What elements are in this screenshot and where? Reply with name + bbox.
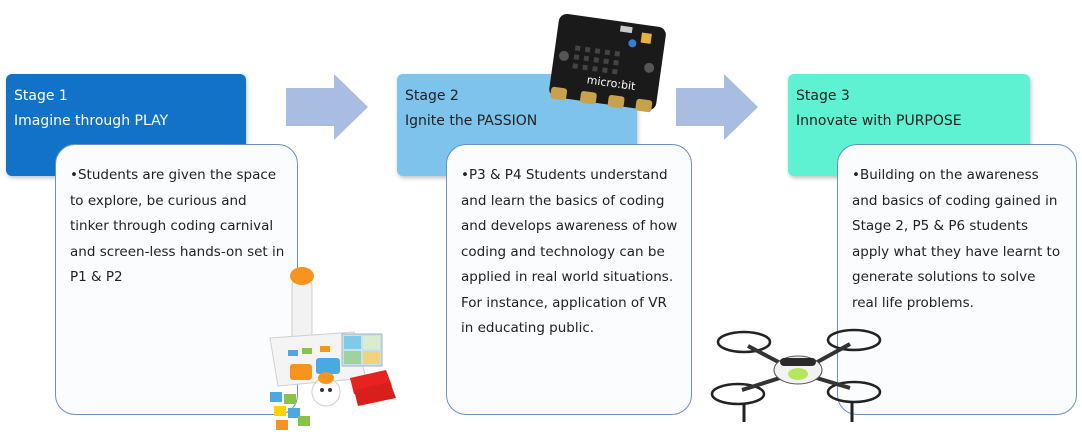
stage-1-subtitle: Imagine through PLAY xyxy=(14,113,169,129)
microbit-board-icon: micro:bit xyxy=(549,13,666,113)
stage-3-title: Stage 3 xyxy=(796,88,850,104)
coding-toy-kit-icon xyxy=(269,267,396,430)
stage-3-subtitle: Innovate with PURPOSE xyxy=(796,113,962,129)
stage-1-title: Stage 1 xyxy=(14,88,68,104)
arrow-right-icon xyxy=(286,74,368,140)
arrow-right-icon xyxy=(676,74,758,140)
stage-2-description: •P3 & P4 Students understand and learn t… xyxy=(446,144,692,415)
drone-icon xyxy=(710,328,882,422)
